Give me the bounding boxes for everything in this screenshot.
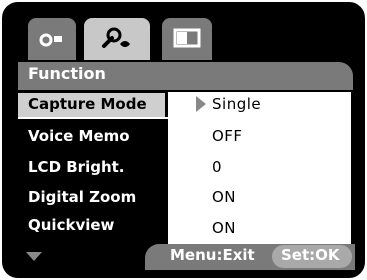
wrench-icon — [98, 26, 132, 52]
values-panel — [168, 92, 351, 247]
capture-mode-value[interactable]: Single — [212, 95, 261, 113]
tab-function[interactable] — [84, 18, 150, 60]
voice-memo-value[interactable]: OFF — [212, 127, 243, 145]
digital-zoom-label[interactable]: Digital Zoom — [28, 188, 136, 206]
lcd-bright-value[interactable]: 0 — [212, 158, 222, 176]
chevron-down-icon[interactable] — [26, 252, 42, 261]
quickview-value[interactable]: ON — [212, 219, 236, 237]
quickview-label[interactable]: Quickview — [28, 216, 114, 234]
tab-camera[interactable] — [28, 18, 76, 60]
page-title: Function — [28, 64, 106, 83]
voice-memo-label[interactable]: Voice Memo — [28, 127, 130, 145]
lcd-bright-label[interactable]: LCD Bright. — [28, 158, 125, 176]
capture-mode-label[interactable]: Capture Mode — [28, 95, 147, 113]
display-icon — [173, 28, 201, 48]
menu-exit-hint[interactable]: Menu:Exit — [170, 246, 255, 264]
tab-display[interactable] — [162, 18, 212, 60]
set-ok-hint[interactable]: Set:OK — [281, 246, 340, 264]
arrow-right-icon — [196, 96, 206, 112]
digital-zoom-value[interactable]: ON — [212, 188, 236, 206]
camera-icon — [38, 28, 66, 48]
divider — [18, 117, 168, 119]
